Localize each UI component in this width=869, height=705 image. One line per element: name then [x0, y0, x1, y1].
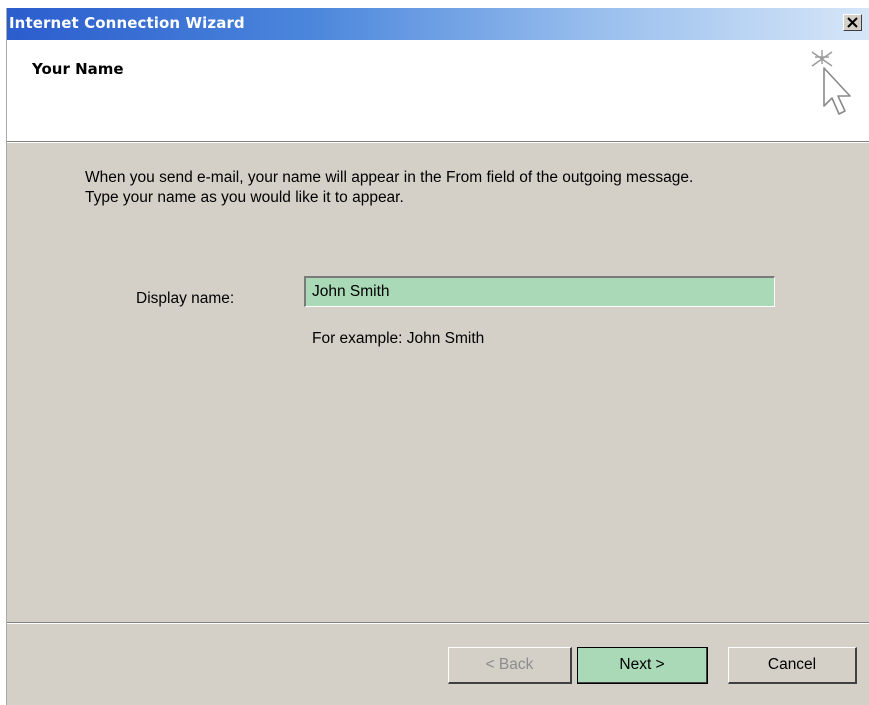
wizard-window: Internet Connection Wizard Your Name Whe…	[6, 8, 869, 705]
window-title: Internet Connection Wizard	[9, 14, 245, 32]
next-button[interactable]: Next >	[577, 647, 708, 684]
wizard-header: Your Name	[7, 40, 869, 141]
example-text: For example: John Smith	[312, 330, 485, 347]
header-separator	[7, 141, 869, 143]
cancel-button[interactable]: Cancel	[728, 647, 857, 684]
wizard-cursor-icon	[811, 50, 851, 115]
page-title: Your Name	[32, 60, 124, 78]
display-name-label: Display name:	[136, 290, 235, 307]
title-bar[interactable]: Internet Connection Wizard	[7, 8, 869, 40]
close-icon	[847, 17, 858, 28]
back-button[interactable]: < Back	[448, 647, 572, 684]
intro-line-1: When you send e-mail, your name will app…	[85, 169, 694, 186]
intro-line-2: Type your name as you would like it to a…	[85, 189, 404, 206]
close-button[interactable]	[843, 14, 862, 31]
footer-separator	[7, 622, 869, 624]
intro-text: When you send e-mail, your name will app…	[85, 168, 845, 208]
display-name-input[interactable]	[304, 276, 775, 307]
